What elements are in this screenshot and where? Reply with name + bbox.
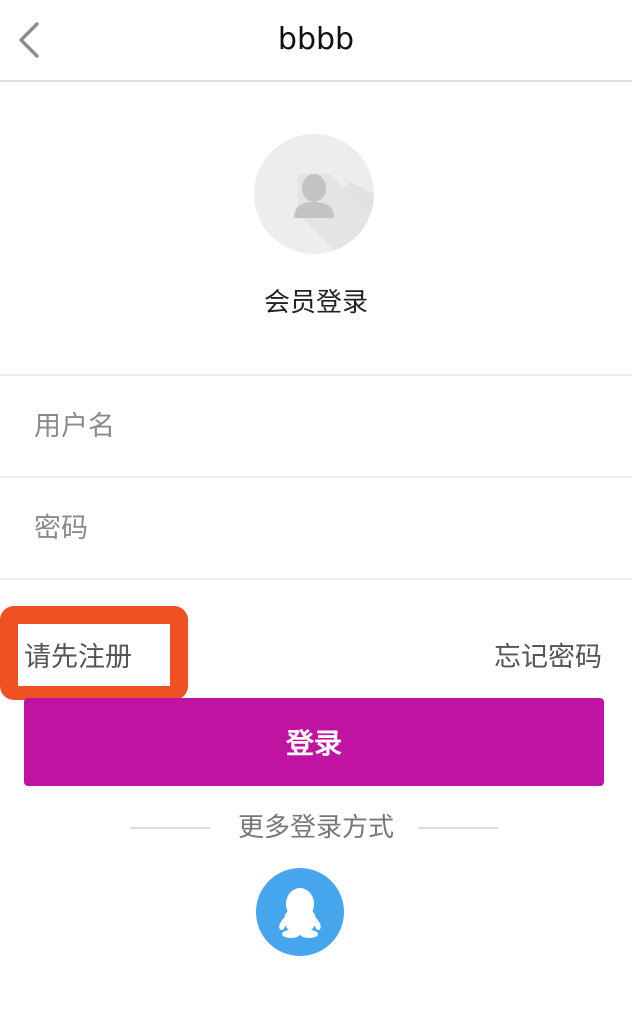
more-login-label: 更多登录方式 [237, 813, 394, 843]
password-field [0, 476, 632, 580]
password-input[interactable] [34, 506, 594, 550]
register-link[interactable]: 请先注册 [24, 638, 132, 678]
page-title: bbbb [277, 22, 355, 57]
forgot-password-link[interactable]: 忘记密码 [494, 638, 602, 678]
login-button[interactable]: 登录 [24, 698, 604, 786]
member-login-heading: 会员登录 [263, 288, 368, 318]
qq-login-button[interactable] [256, 868, 344, 956]
more-login-divider: 更多登录方式 [0, 810, 632, 846]
username-input[interactable] [34, 404, 594, 448]
avatar [254, 134, 374, 254]
divider-line-right [418, 827, 498, 829]
username-field [0, 374, 632, 474]
user-silhouette-icon [294, 174, 374, 254]
header-bar: bbbb [0, 0, 632, 82]
qq-penguin-icon [279, 888, 321, 938]
